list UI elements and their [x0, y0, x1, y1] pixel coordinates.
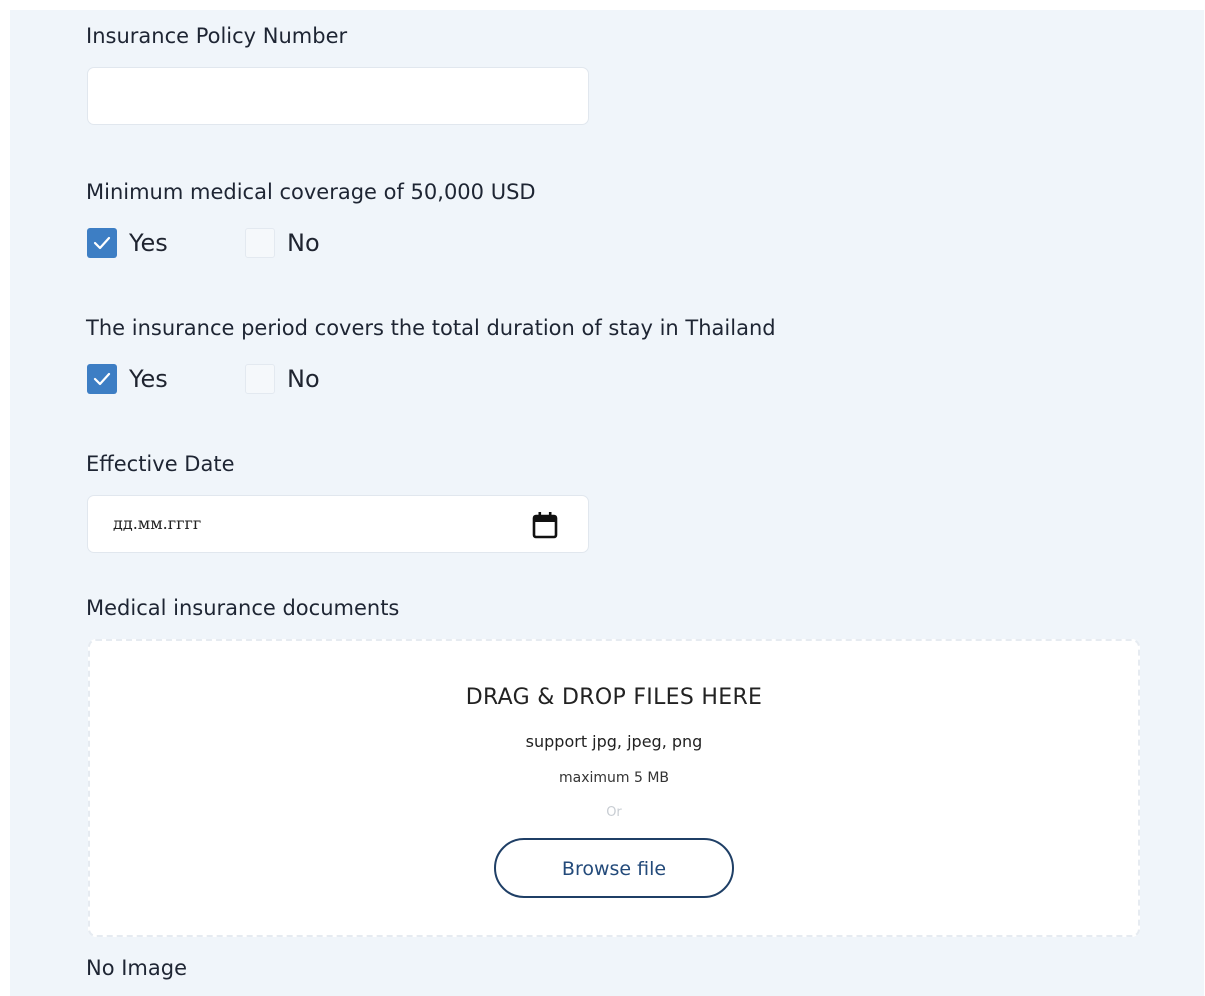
dropzone-title: DRAG & DROP FILES HERE	[465, 685, 763, 710]
max-size-text: maximum 5 MB	[558, 770, 670, 786]
period-question-label: The insurance period covers the total du…	[86, 316, 776, 340]
checkmark-icon	[93, 372, 111, 386]
effective-date-label: Effective Date	[86, 452, 235, 476]
documents-label: Medical insurance documents	[86, 596, 400, 620]
supported-formats-text: support jpg, jpeg, png	[525, 732, 703, 751]
checkmark-icon	[93, 236, 111, 250]
coverage-options: Yes No	[87, 228, 347, 260]
file-dropzone[interactable]: DRAG & DROP FILES HERE support jpg, jpeg…	[88, 639, 1140, 937]
policy-number-label: Insurance Policy Number	[86, 24, 348, 48]
period-yes-label: Yes	[129, 365, 168, 393]
period-options: Yes No	[87, 364, 347, 396]
effective-date-input[interactable]: дд.мм.гггг	[87, 495, 589, 553]
period-no-label: No	[287, 365, 320, 393]
period-no-checkbox[interactable]	[245, 364, 275, 394]
date-placeholder: дд.мм.гггг	[113, 514, 202, 533]
coverage-no-label: No	[287, 229, 320, 257]
coverage-yes-label: Yes	[129, 229, 168, 257]
coverage-yes-checkbox[interactable]	[87, 228, 117, 258]
coverage-no-checkbox[interactable]	[245, 228, 275, 258]
browse-file-button[interactable]: Browse file	[494, 838, 734, 898]
or-separator: Or	[606, 805, 622, 820]
calendar-icon[interactable]	[532, 511, 558, 539]
policy-number-input[interactable]	[87, 67, 589, 125]
period-yes-checkbox[interactable]	[87, 364, 117, 394]
coverage-question-label: Minimum medical coverage of 50,000 USD	[86, 180, 536, 204]
no-image-text: No Image	[86, 956, 188, 980]
